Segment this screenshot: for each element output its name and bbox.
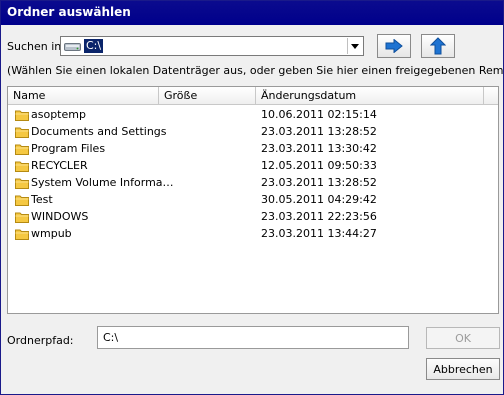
column-header-size[interactable]: Größe xyxy=(159,87,256,104)
folder-path-input[interactable]: C:\ xyxy=(97,326,409,349)
dropdown-button[interactable] xyxy=(347,38,362,54)
list-item[interactable]: RECYCLER 12.05.2011 09:50:33 xyxy=(8,157,498,174)
list-item[interactable]: Program Files 23.03.2011 13:30:42 xyxy=(8,140,498,157)
folder-path-label: Ordnerpfad: xyxy=(7,334,74,347)
folder-icon xyxy=(15,212,29,223)
item-name: Documents and Settings xyxy=(31,125,167,138)
column-header-date[interactable]: Änderungsdatum xyxy=(256,87,484,104)
list-item[interactable]: wmpub 23.03.2011 13:44:27 xyxy=(8,225,498,242)
ok-button[interactable]: OK xyxy=(426,327,500,349)
item-date: 23.03.2011 13:44:27 xyxy=(261,227,377,240)
item-name: Program Files xyxy=(31,142,106,155)
look-in-dropdown[interactable]: C:\ xyxy=(60,36,364,56)
list-header: Name Größe Änderungsdatum xyxy=(8,87,498,105)
window-title: Ordner auswählen xyxy=(7,5,131,19)
folder-icon xyxy=(15,195,29,206)
drive-icon xyxy=(64,43,81,51)
folder-icon xyxy=(15,110,29,121)
item-name: WINDOWS xyxy=(31,210,89,223)
item-date: 30.05.2011 04:29:42 xyxy=(261,193,377,206)
item-name: System Volume Informa… xyxy=(31,176,174,189)
list-item[interactable]: Documents and Settings 23.03.2011 13:28:5… xyxy=(8,123,498,140)
folder-icon xyxy=(15,161,29,172)
arrow-up-icon xyxy=(430,37,446,55)
list-item[interactable]: asoptemp 10.06.2011 02:15:14 xyxy=(8,106,498,123)
look-in-value[interactable]: C:\ xyxy=(84,39,104,53)
item-name: asoptemp xyxy=(31,108,86,121)
cancel-button[interactable]: Abbrechen xyxy=(426,358,500,380)
up-folder-button[interactable] xyxy=(421,34,455,58)
column-header-name[interactable]: Name xyxy=(8,87,159,104)
folder-icon xyxy=(15,178,29,189)
list-rows: asoptemp 10.06.2011 02:15:14 Documents and… xyxy=(8,106,498,242)
folder-icon xyxy=(15,229,29,240)
forward-button[interactable] xyxy=(377,34,411,58)
title-bar: Ordner auswählen xyxy=(1,1,503,25)
select-folder-dialog: Ordner auswählen Suchen in: C:\ (Wählen … xyxy=(0,0,504,395)
chevron-down-icon xyxy=(351,43,359,49)
list-item[interactable]: Test 30.05.2011 04:29:42 xyxy=(8,191,498,208)
item-date: 10.06.2011 02:15:14 xyxy=(261,108,377,121)
list-item[interactable]: WINDOWS 23.03.2011 22:23:56 xyxy=(8,208,498,225)
item-date: 23.03.2011 13:30:42 xyxy=(261,142,377,155)
hint-text: (Wählen Sie einen lokalen Datenträger au… xyxy=(7,64,503,77)
folder-list[interactable]: Name Größe Änderungsdatum asoptemp 10.06.… xyxy=(7,86,499,314)
item-date: 23.03.2011 13:28:52 xyxy=(261,125,377,138)
folder-icon xyxy=(15,127,29,138)
item-date: 23.03.2011 13:28:52 xyxy=(261,176,377,189)
item-name: RECYCLER xyxy=(31,159,88,172)
list-item[interactable]: System Volume Informa… 23.03.2011 13:28:5… xyxy=(8,174,498,191)
item-date: 12.05.2011 09:50:33 xyxy=(261,159,377,172)
folder-icon xyxy=(15,144,29,155)
item-date: 23.03.2011 22:23:56 xyxy=(261,210,377,223)
arrow-right-icon xyxy=(385,39,403,53)
item-name: Test xyxy=(31,193,53,206)
item-name: wmpub xyxy=(31,227,72,240)
look-in-label: Suchen in: xyxy=(7,40,65,53)
